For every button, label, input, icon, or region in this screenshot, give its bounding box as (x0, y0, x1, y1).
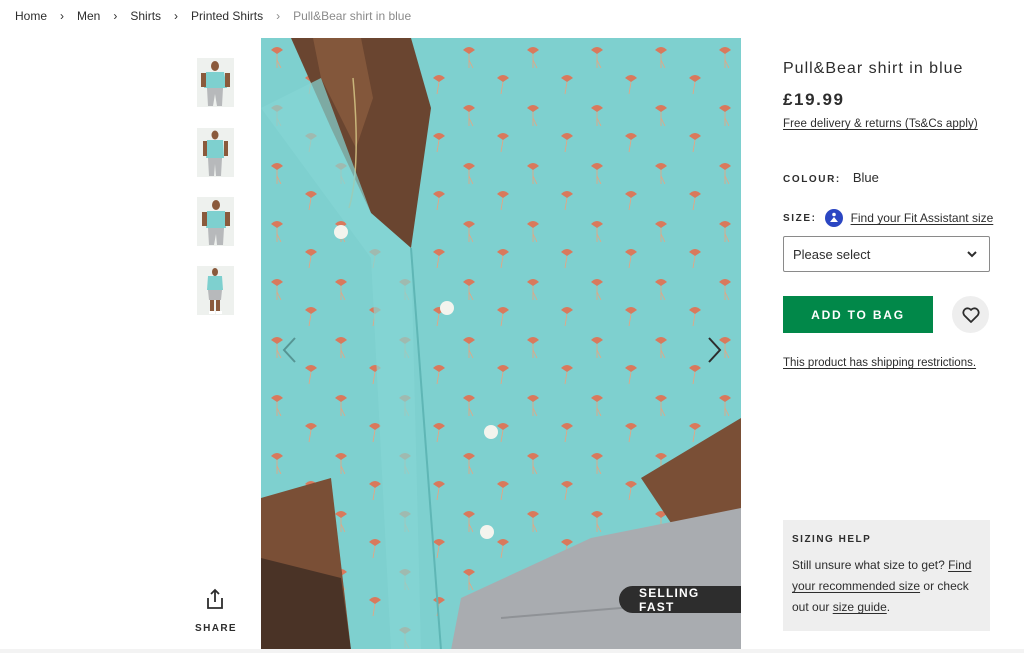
selling-fast-badge: SELLING FAST (619, 586, 741, 614)
share-button[interactable]: SHARE (195, 588, 238, 636)
chevron-down-icon (967, 250, 977, 257)
product-main-image[interactable]: SELLING FAST (261, 38, 741, 650)
save-for-later-button[interactable] (952, 296, 989, 333)
colour-label: COLOUR: (783, 174, 841, 185)
delivery-link[interactable]: Free delivery & returns (Ts&Cs apply) (783, 118, 978, 130)
thumbnail-image-2[interactable] (197, 128, 234, 177)
chevron-right-icon[interactable] (701, 330, 731, 370)
heart-icon (961, 306, 980, 323)
sizing-help-panel: SIZING HELP Still unsure what size to ge… (783, 520, 990, 631)
page-bottom-edge (0, 649, 1024, 653)
product-info: Pull&Bear shirt in blue £19.99 Free deli… (783, 60, 990, 132)
size-select[interactable]: Please select (783, 236, 990, 272)
size-select-value: Please select (793, 246, 871, 262)
size-row: SIZE: Find your Fit Assistant size (783, 209, 993, 227)
thumbnail-image-1[interactable] (197, 58, 234, 107)
model-thumbnail-image (197, 266, 234, 315)
thumbnail-image-3[interactable] (197, 197, 234, 246)
sizing-help-heading: SIZING HELP (792, 534, 872, 545)
product-photo (261, 38, 741, 650)
breadcrumb-men[interactable]: Men (77, 9, 100, 23)
thumbnail-image-4[interactable] (197, 266, 234, 315)
breadcrumb-separator: › (60, 9, 65, 23)
fit-assistant-icon (824, 209, 843, 227)
product-title: Pull&Bear shirt in blue (783, 60, 964, 77)
breadcrumb-separator: › (174, 9, 179, 23)
shipping-restrictions-link[interactable]: This product has shipping restrictions. (783, 357, 976, 369)
colour-value: Blue (852, 170, 879, 185)
model-thumbnail-image (197, 58, 234, 107)
sizing-help-text-3: . (886, 600, 891, 614)
chevron-left-icon[interactable] (275, 330, 305, 370)
model-thumbnail-image (197, 128, 234, 177)
breadcrumb-printed-shirts[interactable]: Printed Shirts (191, 9, 263, 23)
size-label: SIZE: (783, 212, 817, 224)
breadcrumb-current: Pull&Bear shirt in blue (293, 9, 412, 23)
colour-row: COLOUR: Blue (783, 170, 879, 185)
breadcrumb-home[interactable]: Home (15, 9, 47, 23)
product-price: £19.99 (783, 90, 845, 109)
breadcrumb-separator: › (276, 9, 281, 23)
add-to-bag-button[interactable]: ADD TO BAG (783, 296, 933, 333)
share-icon (207, 588, 223, 609)
fit-assistant-link[interactable]: Find your Fit Assistant size (851, 211, 994, 225)
size-guide-link[interactable]: size guide (833, 600, 887, 614)
sizing-help-text: Still unsure what size to get? Find your… (792, 555, 981, 618)
breadcrumb-shirts[interactable]: Shirts (130, 9, 161, 23)
share-label: SHARE (195, 623, 238, 634)
sizing-help-text-1: Still unsure what size to get? (792, 558, 949, 572)
model-thumbnail-image (197, 197, 234, 246)
breadcrumb-separator: › (113, 9, 118, 23)
breadcrumb: Home › Men › Shirts › Printed Shirts › P… (15, 8, 411, 24)
